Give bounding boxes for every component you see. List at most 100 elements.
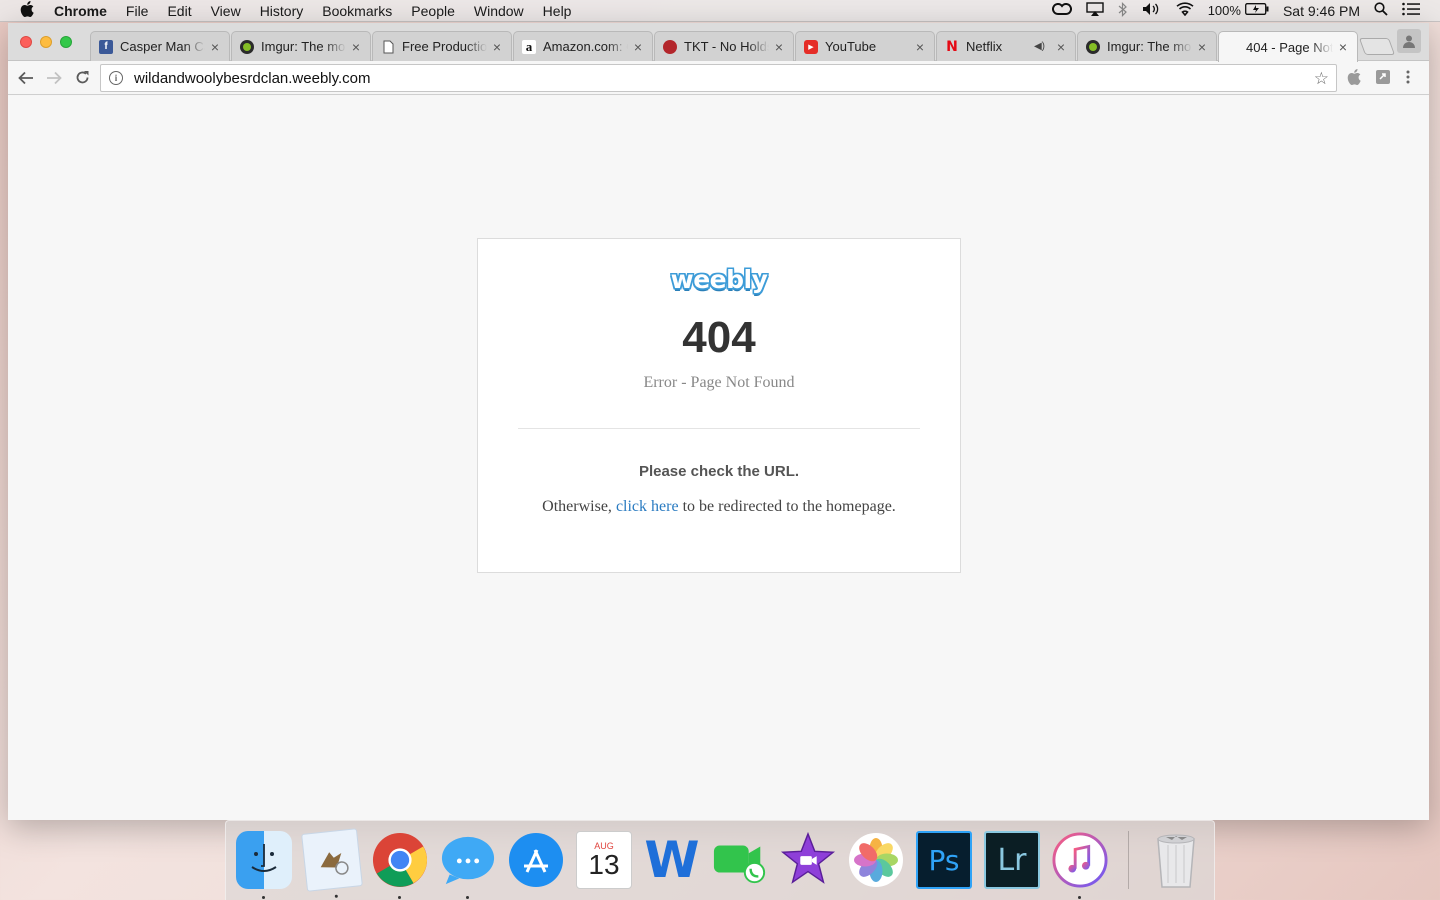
tab-close-icon[interactable]: × [1196, 39, 1208, 55]
forward-arrow-icon [47, 71, 62, 84]
error-card: weebly 404 Error - Page Not Found Please… [477, 238, 961, 573]
homepage-link[interactable]: click here [616, 498, 679, 515]
menu-bar: Chrome File Edit View History Bookmarks … [0, 0, 1440, 22]
browser-toolbar: i wildandwoolybesrdclan.weebly.com ☆ [8, 61, 1429, 95]
running-indicator [398, 896, 401, 899]
spotlight-icon[interactable] [1374, 2, 1388, 19]
calendar-icon[interactable]: AUG 13 [576, 831, 632, 889]
forward-button[interactable] [40, 64, 68, 92]
new-tab-button[interactable] [1358, 38, 1396, 55]
amazon-icon: a [522, 39, 536, 54]
extension-apple-icon[interactable] [1347, 69, 1363, 85]
document-icon [381, 40, 395, 54]
tab-close-icon[interactable]: × [209, 39, 221, 55]
reload-button[interactable] [68, 64, 96, 92]
tab-imgur-2[interactable]: Imgur: The mos × [1077, 31, 1217, 61]
bookmark-star-icon[interactable]: ☆ [1314, 69, 1329, 89]
extension-box-icon[interactable] [1375, 69, 1391, 85]
apple-menu-icon[interactable] [20, 0, 40, 21]
imovie-icon[interactable] [780, 831, 836, 889]
profile-button[interactable] [1397, 29, 1421, 53]
bluetooth-icon[interactable] [1118, 1, 1128, 20]
tab-close-icon[interactable]: × [1337, 39, 1349, 55]
airplay-icon[interactable] [1086, 2, 1104, 19]
tab-close-icon[interactable]: × [491, 39, 503, 55]
tab-strip: f Casper Man Ca × Imgur: The mos × Free … [8, 23, 1429, 62]
trash-icon[interactable] [1148, 831, 1204, 889]
tab-tkt[interactable]: TKT - No Holds × [654, 31, 794, 61]
redirect-post-text: to be redirected to the homepage. [678, 498, 896, 515]
photoshop-icon[interactable]: Ps [916, 831, 972, 889]
tab-imgur[interactable]: Imgur: The mos × [231, 31, 371, 61]
wifi-icon[interactable] [1176, 2, 1194, 19]
address-bar[interactable]: i wildandwoolybesrdclan.weebly.com ☆ [100, 64, 1337, 92]
menu-edit[interactable]: Edit [167, 3, 191, 19]
calendar-day: 13 [588, 849, 620, 880]
volume-icon[interactable] [1142, 2, 1162, 19]
tab-title: Netflix [966, 39, 1003, 54]
tab-facebook[interactable]: f Casper Man Ca × [90, 31, 230, 61]
mail-icon[interactable] [301, 828, 363, 898]
menu-help[interactable]: Help [543, 3, 572, 19]
tab-youtube[interactable]: ▶ YouTube × [795, 31, 935, 61]
netflix-icon: N [946, 38, 958, 55]
tab-free-production[interactable]: Free Productio × [372, 31, 512, 61]
tab-close-icon[interactable]: × [632, 39, 644, 55]
tab-title: Imgur: The mos [1107, 39, 1192, 54]
close-window-button[interactable] [20, 36, 32, 48]
running-indicator [334, 894, 338, 898]
imgur-icon [240, 39, 254, 54]
tab-close-icon[interactable]: × [773, 39, 785, 55]
minimize-window-button[interactable] [40, 36, 52, 48]
menu-window[interactable]: Window [474, 3, 524, 19]
clock[interactable]: Sat 9:46 PM [1283, 3, 1360, 19]
chrome-menu-icon[interactable] [1405, 69, 1421, 85]
menu-view[interactable]: View [211, 3, 241, 19]
tab-amazon[interactable]: a Amazon.com: C × [513, 31, 653, 61]
audio-playing-icon[interactable]: ◀) [1034, 41, 1045, 52]
divider [518, 428, 920, 429]
back-arrow-icon [18, 71, 33, 84]
youtube-icon: ▶ [804, 39, 818, 54]
dock: AUG 13 W Ps Lr [225, 820, 1215, 900]
running-indicator [1078, 896, 1081, 899]
itunes-icon[interactable] [1052, 831, 1108, 899]
menu-people[interactable]: People [411, 3, 455, 19]
menu-file[interactable]: File [126, 3, 149, 19]
finder-icon[interactable] [236, 831, 292, 899]
notification-center-icon[interactable] [1402, 2, 1420, 19]
window-controls [20, 36, 72, 48]
photos-icon[interactable] [848, 831, 904, 889]
creative-cloud-icon[interactable] [1051, 2, 1072, 19]
tab-close-icon[interactable]: × [914, 39, 926, 55]
lightroom-icon[interactable]: Lr [984, 831, 1040, 889]
dock-separator [1128, 831, 1129, 889]
redirect-message: Otherwise, click here to be redirected t… [478, 498, 960, 516]
tab-title: Free Productio [402, 39, 487, 54]
tab-title: TKT - No Holds [684, 39, 769, 54]
app-store-icon[interactable] [508, 831, 564, 889]
menu-app-name[interactable]: Chrome [54, 3, 107, 19]
menu-history[interactable]: History [260, 3, 304, 19]
reload-icon [76, 71, 88, 84]
tab-title: Casper Man Ca [120, 39, 205, 54]
messages-icon[interactable] [440, 831, 496, 899]
tab-netflix[interactable]: N Netflix ◀) × [936, 31, 1076, 61]
tab-close-icon[interactable]: × [1055, 39, 1067, 55]
error-code: 404 [682, 313, 756, 362]
tab-close-icon[interactable]: × [350, 39, 362, 55]
back-button[interactable] [12, 64, 40, 92]
tab-404-active[interactable]: 404 - Page Not × [1218, 31, 1358, 62]
tab-title: Imgur: The mos [261, 39, 346, 54]
redirect-pre-text: Otherwise, [542, 498, 616, 515]
menu-bookmarks[interactable]: Bookmarks [322, 3, 392, 19]
zoom-window-button[interactable] [60, 36, 72, 48]
battery-icon[interactable] [1245, 3, 1269, 18]
page-viewport: weebly 404 Error - Page Not Found Please… [8, 96, 1429, 820]
chrome-icon[interactable] [372, 831, 428, 899]
facetime-icon[interactable] [712, 831, 768, 889]
word-icon[interactable]: W [644, 831, 700, 889]
weebly-logo[interactable]: weebly [671, 265, 768, 294]
running-indicator [466, 896, 469, 899]
site-info-icon[interactable]: i [109, 71, 123, 85]
